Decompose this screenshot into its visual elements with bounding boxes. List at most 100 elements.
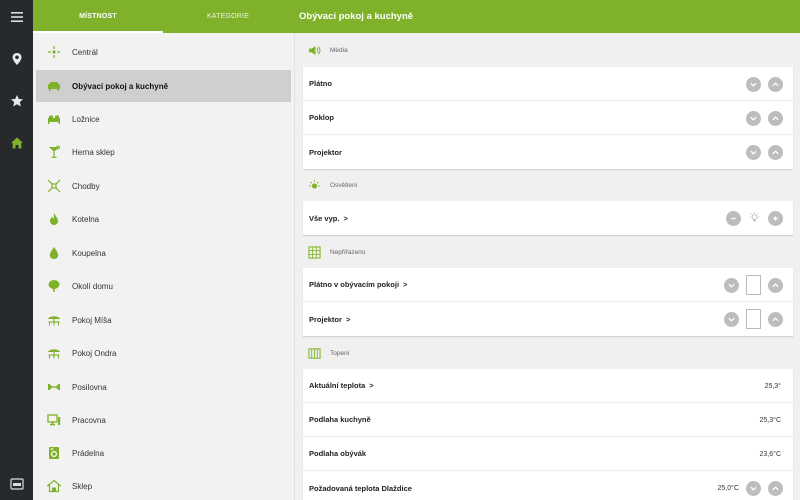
lighting-card: Vše vyp. > xyxy=(303,201,793,235)
plus-icon xyxy=(773,215,778,221)
up-button[interactable] xyxy=(768,311,783,327)
heating-card: Aktuální teplota > 25,3° Podlaha kuchyně… xyxy=(303,369,793,500)
list-item[interactable]: Projektor > xyxy=(303,302,793,336)
up-button[interactable] xyxy=(768,110,783,126)
chevron-right-icon: > xyxy=(343,213,348,223)
sun-icon xyxy=(308,179,320,189)
sidebar-item-room-misa[interactable]: Pokoj Míša xyxy=(36,304,291,336)
row-label: Projektor xyxy=(309,147,342,157)
chevron-up-icon xyxy=(772,485,779,490)
sofa-icon xyxy=(48,82,60,91)
list-item[interactable]: Aktuální teplota > 25,3° xyxy=(303,369,793,403)
chevron-down-icon xyxy=(750,486,757,491)
list-item: Podlaha kuchyně 25,3°C xyxy=(303,403,793,437)
sidebar-item-study[interactable]: Pracovna xyxy=(36,404,291,436)
sidebar-item-label: Prádelna xyxy=(72,448,105,458)
tab-rooms[interactable]: MÍSTNOST xyxy=(33,0,163,33)
up-button[interactable] xyxy=(768,480,783,496)
chevron-down-icon xyxy=(750,116,757,121)
section-header-media: Média xyxy=(303,35,793,65)
left-rail xyxy=(0,0,33,500)
temperature-value: 25,3°C xyxy=(759,416,781,424)
chevron-up-icon xyxy=(772,115,779,120)
star-icon xyxy=(10,94,23,106)
room-sidebar: Centrál Obývací pokoj a kuchyně Ložnice … xyxy=(33,33,295,500)
bottom-rail-button[interactable] xyxy=(0,467,33,500)
sidebar-item-bedroom[interactable]: Ložnice xyxy=(36,103,291,135)
temperature-value: 25,3° xyxy=(764,382,781,390)
corridor-icon xyxy=(47,179,61,193)
tab-categories[interactable]: KATEGORIE xyxy=(163,0,293,33)
section-title: Média xyxy=(330,46,348,54)
grid-icon xyxy=(307,245,321,259)
sidebar-item-label: Pokoj Míša xyxy=(72,315,112,325)
tree-icon xyxy=(48,280,60,292)
flame-icon xyxy=(50,213,58,225)
bed-icon xyxy=(48,115,60,124)
chevron-up-icon xyxy=(772,282,779,287)
sidebar-item-boiler-room[interactable]: Kotelna xyxy=(36,203,291,235)
section-header-unassigned: Nepřiřazeno xyxy=(303,237,793,267)
stop-button[interactable] xyxy=(746,275,761,295)
up-button[interactable] xyxy=(768,144,783,160)
up-button[interactable] xyxy=(768,277,783,293)
up-button[interactable] xyxy=(768,76,783,92)
list-item: Plátno xyxy=(303,67,793,101)
sidebar-item-gym[interactable]: Posilovna xyxy=(36,371,291,403)
sidebar-item-label: Koupelna xyxy=(72,248,106,258)
sidebar-item-label: Herna sklep xyxy=(72,147,115,157)
sidebar-item-label: Obývací pokoj a kuchyně xyxy=(72,81,169,91)
stop-button[interactable] xyxy=(746,309,761,329)
down-button[interactable] xyxy=(746,480,761,496)
sidebar-item-corridors[interactable]: Chodby xyxy=(36,170,291,202)
down-button[interactable] xyxy=(746,144,761,160)
down-button[interactable] xyxy=(746,110,761,126)
sofa-icon xyxy=(9,477,24,490)
monitor-icon xyxy=(47,414,61,426)
row-label: Požadovaná teplota Dlaždice xyxy=(309,483,412,493)
cocktail-icon xyxy=(49,145,60,158)
down-button[interactable] xyxy=(724,277,739,293)
location-button[interactable] xyxy=(0,42,33,75)
sidebar-item-label: Pokoj Ondra xyxy=(72,348,117,358)
sidebar-item-game-cellar[interactable]: Herna sklep xyxy=(36,136,291,168)
sidebar-item-cellar[interactable]: Sklep xyxy=(36,470,291,500)
section-title: Nepřiřazeno xyxy=(330,248,366,256)
sidebar-item-label: Centrál xyxy=(72,47,98,57)
sidebar-item-laundry[interactable]: Prádelna xyxy=(36,437,291,469)
dim-plus-button[interactable] xyxy=(768,210,783,226)
list-item: Projektor xyxy=(303,135,793,169)
sidebar-item-bathroom[interactable]: Koupelna xyxy=(36,237,291,269)
home-button[interactable] xyxy=(0,126,33,159)
room-content: Média Plátno Poklop Projektor Osvětlení … xyxy=(295,33,800,500)
row-label: Podlaha kuchyně xyxy=(309,415,371,424)
temperature-value: 25,0°C xyxy=(717,484,739,492)
sidebar-item-label: Pracovna xyxy=(72,415,106,425)
cellar-icon xyxy=(47,479,61,493)
menu-icon xyxy=(10,11,23,22)
down-button[interactable] xyxy=(724,311,739,327)
sidebar-item-label: Ložnice xyxy=(72,114,100,124)
sidebar-item-room-ondra[interactable]: Pokoj Ondra xyxy=(36,337,291,369)
umbrella-table-icon xyxy=(48,316,60,326)
sidebar-item-living-room[interactable]: Obývací pokoj a kuchyně xyxy=(36,70,291,102)
list-item[interactable]: Vše vyp. > xyxy=(303,201,793,235)
sidebar-item-label: Kotelna xyxy=(72,214,100,224)
chevron-up-icon xyxy=(772,149,779,154)
row-label: Vše vyp. xyxy=(309,213,340,223)
favorites-button[interactable] xyxy=(0,84,33,117)
washer-icon xyxy=(49,447,59,459)
light-bulb-icon xyxy=(748,211,761,226)
sidebar-item-surroundings[interactable]: Okolí domu xyxy=(36,270,291,302)
row-label: Poklop xyxy=(309,113,335,122)
chevron-down-icon xyxy=(750,82,757,87)
dim-minus-button[interactable] xyxy=(726,210,741,226)
list-item[interactable]: Plátno v obývacím pokoji > xyxy=(303,268,793,302)
row-label: Podlaha obývák xyxy=(309,449,367,458)
menu-button[interactable] xyxy=(0,0,33,33)
list-item: Podlaha obývák 23,6°C xyxy=(303,437,793,471)
down-button[interactable] xyxy=(746,76,761,92)
chevron-down-icon xyxy=(728,317,735,322)
sidebar-item-central[interactable]: Centrál xyxy=(36,36,291,68)
sidebar-item-label: Okolí domu xyxy=(72,281,113,291)
